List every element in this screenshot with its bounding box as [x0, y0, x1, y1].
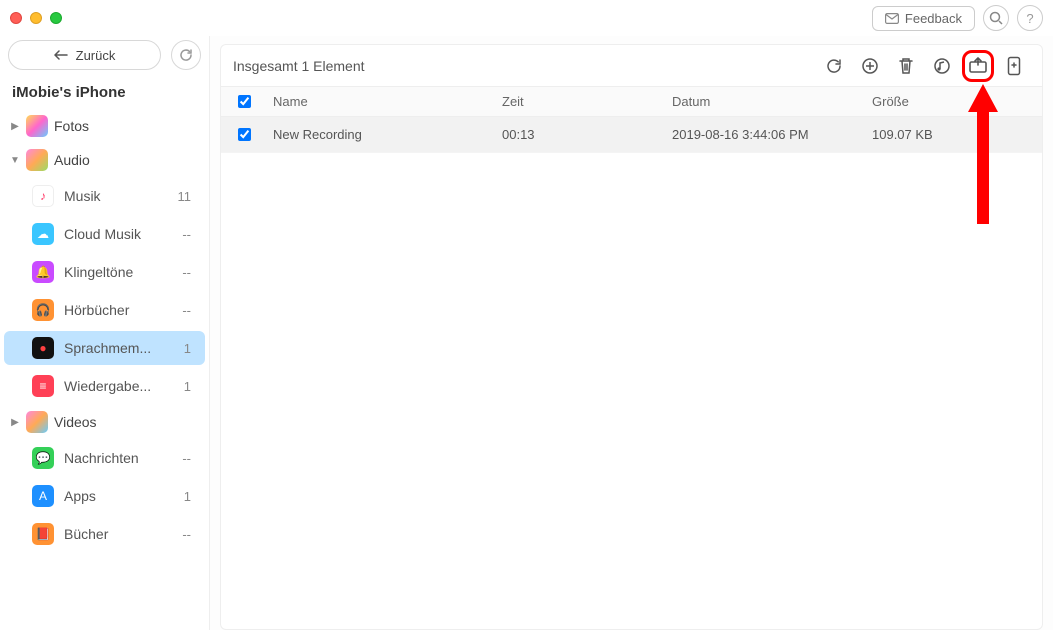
search-button[interactable]	[983, 5, 1009, 31]
music-icon: ♪	[32, 185, 54, 207]
sidebar-item-bucher[interactable]: 📕 Bücher --	[4, 517, 205, 551]
sidebar-item-label: Apps	[64, 488, 174, 504]
row-checkbox[interactable]	[238, 128, 251, 141]
chevron-right-icon: ▶	[10, 417, 20, 428]
sidebar-item-count: 1	[184, 379, 193, 394]
window-minimize-button[interactable]	[30, 12, 42, 24]
to-device-button[interactable]	[998, 50, 1030, 82]
window-close-button[interactable]	[10, 12, 22, 24]
toolbar: Insgesamt 1 Element	[221, 45, 1042, 87]
category-label: Fotos	[54, 118, 89, 134]
to-device-icon	[1007, 56, 1021, 76]
sidebar-item-count: --	[182, 451, 193, 466]
sidebar-item-label: Klingeltöne	[64, 264, 172, 280]
sidebar-item-count: --	[182, 227, 193, 242]
chevron-right-icon: ▶	[10, 121, 20, 132]
add-button[interactable]	[854, 50, 886, 82]
chevron-down-icon: ▼	[10, 155, 20, 166]
sidebar-item-count: --	[182, 527, 193, 542]
apps-icon: A	[32, 485, 54, 507]
search-icon	[989, 11, 1003, 25]
category-label: Audio	[54, 152, 90, 168]
main-pane: Insgesamt 1 Element	[210, 36, 1053, 630]
feedback-button[interactable]: Feedback	[872, 6, 975, 31]
books-icon: 📕	[32, 523, 54, 545]
table-row[interactable]: New Recording 00:13 2019-08-16 3:44:06 P…	[221, 117, 1042, 153]
cell-date: 2019-08-16 3:44:06 PM	[672, 127, 872, 142]
help-button[interactable]: ?	[1017, 5, 1043, 31]
sidebar-item-wiedergabelisten[interactable]: ≡ Wiedergabe... 1	[4, 369, 205, 403]
sidebar-category-videos[interactable]: ▶ Videos	[0, 405, 209, 439]
sidebar-item-count: 1	[184, 341, 193, 356]
audio-icon	[26, 149, 48, 171]
refresh-icon	[179, 48, 193, 62]
cloud-icon: ☁	[32, 223, 54, 245]
voice-memo-icon: ●	[32, 337, 54, 359]
sidebar-item-sprachmemos[interactable]: ● Sprachmem... 1	[4, 331, 205, 365]
window-zoom-button[interactable]	[50, 12, 62, 24]
sidebar-item-count: 11	[178, 189, 194, 204]
titlebar: Feedback ?	[0, 0, 1053, 36]
videos-icon	[26, 411, 48, 433]
cell-time: 00:13	[502, 127, 672, 142]
itunes-icon	[933, 57, 951, 75]
to-computer-icon	[968, 57, 988, 75]
col-size-header[interactable]: Größe	[872, 94, 1042, 109]
table-header: Name Zeit Datum Größe	[221, 87, 1042, 117]
help-icon: ?	[1026, 11, 1033, 26]
feedback-label: Feedback	[905, 11, 962, 26]
sidebar-item-label: Bücher	[64, 526, 172, 542]
col-name-header[interactable]: Name	[267, 94, 502, 109]
to-itunes-button[interactable]	[926, 50, 958, 82]
device-title: iMobie's iPhone	[0, 78, 209, 109]
sidebar-item-label: Sprachmem...	[64, 340, 174, 356]
sidebar-item-nachrichten[interactable]: 💬 Nachrichten --	[4, 441, 205, 475]
cell-size: 109.07 KB	[872, 127, 1042, 142]
fotos-icon	[26, 115, 48, 137]
sidebar-item-label: Hörbücher	[64, 302, 172, 318]
messages-icon: 💬	[32, 447, 54, 469]
sidebar-item-horbucher[interactable]: 🎧 Hörbücher --	[4, 293, 205, 327]
sidebar-category-fotos[interactable]: ▶ Fotos	[0, 109, 209, 143]
back-button[interactable]: Zurück	[8, 40, 161, 70]
sidebar-item-count: --	[182, 303, 193, 318]
arrow-left-icon	[54, 50, 68, 60]
sidebar-item-apps[interactable]: A Apps 1	[4, 479, 205, 513]
sidebar-item-label: Nachrichten	[64, 450, 172, 466]
col-time-header[interactable]: Zeit	[502, 94, 672, 109]
bell-icon: 🔔	[32, 261, 54, 283]
sidebar-item-musik[interactable]: ♪ Musik 11	[4, 179, 205, 213]
trash-icon	[898, 57, 914, 75]
sidebar: Zurück iMobie's iPhone ▶ Fotos ▼ Audio	[0, 36, 210, 630]
sidebar-refresh-button[interactable]	[171, 40, 201, 70]
select-all-checkbox[interactable]	[238, 95, 251, 108]
sidebar-item-label: Musik	[64, 188, 168, 204]
total-count-label: Insgesamt 1 Element	[233, 58, 365, 74]
sidebar-item-count: --	[182, 265, 193, 280]
plus-circle-icon	[861, 57, 879, 75]
sidebar-category-audio[interactable]: ▼ Audio	[0, 143, 209, 177]
sidebar-item-count: 1	[184, 489, 193, 504]
delete-button[interactable]	[890, 50, 922, 82]
audiobook-icon: 🎧	[32, 299, 54, 321]
sidebar-item-klingeltone[interactable]: 🔔 Klingeltöne --	[4, 255, 205, 289]
cell-name: New Recording	[267, 127, 502, 142]
category-label: Videos	[54, 414, 97, 430]
window-controls	[10, 12, 62, 24]
refresh-button[interactable]	[818, 50, 850, 82]
mail-icon	[885, 13, 899, 24]
sidebar-item-label: Wiedergabe...	[64, 378, 174, 394]
col-date-header[interactable]: Datum	[672, 94, 872, 109]
sidebar-item-cloud-musik[interactable]: ☁ Cloud Musik --	[4, 217, 205, 251]
to-computer-button[interactable]	[962, 50, 994, 82]
refresh-icon	[825, 57, 843, 75]
sidebar-item-label: Cloud Musik	[64, 226, 172, 242]
back-label: Zurück	[76, 48, 116, 63]
playlist-icon: ≡	[32, 375, 54, 397]
